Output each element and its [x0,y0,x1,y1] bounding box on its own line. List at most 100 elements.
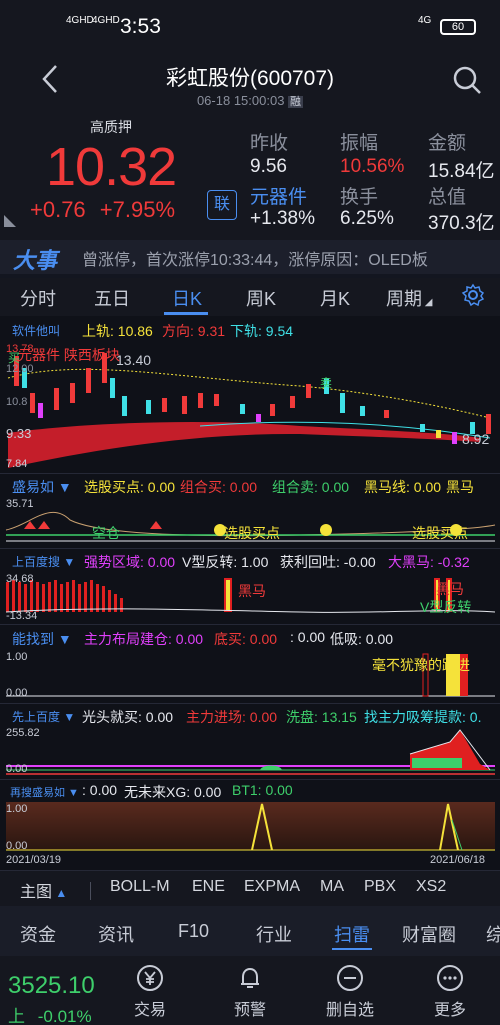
news-tag: 大事 [13,248,58,273]
clock: 3:53 [120,15,161,38]
panel4-follow-label: 毫不犹豫的跟进 [372,657,470,673]
divider [90,882,91,900]
panel5-name[interactable]: 先上百度 ▼ [12,708,75,725]
more-dots-icon [437,965,463,991]
stat-label: 金额 [428,133,467,154]
linked-button[interactable]: 联 [207,190,237,220]
indicator-ma[interactable]: MA [320,878,344,896]
status-bar: 4GHD 4GHD 3:53 4G 60 [0,0,500,50]
panel5-chart[interactable] [0,724,500,776]
tab-weekly-k[interactable]: 周K [246,285,276,311]
panel2-name[interactable]: 盛易如 ▼ [12,477,72,497]
sector-link[interactable]: 元器件 [250,182,307,209]
indicator-ene[interactable]: ENE [192,878,225,896]
tab-news[interactable]: 资讯 [98,921,134,947]
tab-industry[interactable]: 行业 [256,921,292,947]
tab-five-day[interactable]: 五日 [94,285,130,311]
bell-icon [241,967,259,988]
panel2-f4: 黑马线: 0.00 [364,479,442,495]
sell-marker: 卖 [320,376,333,390]
index-change: 上 -0.01% [8,1007,92,1025]
stat-value: 10.56% [340,156,405,177]
stat-value: 370.3亿 [428,213,495,234]
indicator-pbx[interactable]: PBX [364,878,396,896]
stat-value: 15.84亿 [428,161,495,182]
change-pct: +7.95% [99,197,176,222]
stock-title: 彩虹股份(600707) [165,67,335,90]
panel4-ybottom: 0.00 [6,687,28,699]
news-text[interactable]: 曾涨停，首次涨停10:33:44，涨停原因：OLED板 [82,246,428,270]
panel1-ybottom: 7.84 [6,458,28,470]
pledge-label: 高质押 [90,119,132,135]
panel3-ybottom: -13.34 [6,610,38,622]
tab-period[interactable]: 周期 ◢ [386,285,432,311]
more-button[interactable]: 更多 [415,958,485,1020]
divider [0,624,500,625]
tab-funds[interactable]: 资金 [20,921,56,947]
tab-monthly-k[interactable]: 月K [320,285,350,311]
search-icon[interactable] [452,65,482,95]
date-start: 2021/03/19 [6,854,62,866]
panel6-f3: BT1: 0.00 [232,782,293,798]
indicator-boll-m[interactable]: BOLL-M [110,878,170,896]
stat-label: 昨收 [250,133,289,154]
panel3-f1: 强势区域: 0.00 [84,554,176,570]
panel3-ytop: 34.68 [6,573,34,585]
panel4-ytop: 1.00 [6,651,28,663]
panel6-ybottom: 0.00 [6,840,28,852]
stat-label: 换手 [340,187,379,208]
panel1-high-label: 13.40 [116,352,152,368]
buy-marker: 买 [8,351,21,365]
tab-intraday[interactable]: 分时 [20,285,56,311]
panel3-f2: V型反转: 1.00 [182,554,269,570]
panel6-name[interactable]: 再搜盛易如 ▼ [10,784,79,800]
minus-circle-icon [337,965,363,991]
panel5-ytop: 255.82 [6,727,40,739]
last-price: 10.32 [46,137,177,197]
battery-icon: 60 [440,19,476,35]
panel1-low-label: 8.92 [462,431,490,447]
panel3-f3: 获利回吐: -0.00 [280,554,376,570]
panel6-ytop: 1.00 [6,803,28,815]
tab-wealth-circle[interactable]: 财富圈 [402,921,456,947]
trade-button[interactable]: 交易 [115,958,185,1020]
tab-risk-scan[interactable]: 扫雷 [334,921,370,947]
tab-f10[interactable]: F10 [178,921,209,942]
panel5-ybottom: 0.00 [6,763,28,775]
indicator-expma[interactable]: EXPMA [244,878,300,896]
red-band-area [8,422,480,468]
panel3-dark-horse: 黑马 [238,583,266,599]
remove-watchlist-button[interactable]: 删自选 [315,958,385,1020]
index-value[interactable]: 3525.10 [8,972,95,1000]
gear-icon[interactable] [461,283,485,307]
main-chart-selector[interactable]: 主图 ▲ [20,878,67,902]
panel3-f4: 大黑马: -0.32 [388,554,470,570]
panel1-y3: 10.8 [6,396,28,408]
active-tab-indicator [164,312,208,315]
tab-more[interactable]: 综 [486,921,500,947]
panel4-f3: : 0.00 [290,629,326,645]
index-label: 上 [8,1007,25,1025]
stat-label: 振幅 [340,133,379,154]
panel3-dark-horse: 黑马 [436,581,464,597]
panel1-tags: 元器件 陕西板块 [18,347,120,363]
panel1-name[interactable]: 软件他叫 [12,322,60,339]
divider [0,703,500,704]
panel2-buy-label: 选股买点 [224,525,280,541]
alert-button[interactable]: 预警 [215,958,285,1020]
margin-badge: 融 [288,96,304,108]
stat-value: +1.38% [250,208,315,229]
date-end: 2021/06/18 [430,854,486,866]
indicator-xs2[interactable]: XS2 [416,878,446,896]
panel3-v-reversal: V型反转 [420,599,472,615]
panel2-empty-label: 空仓 [92,525,120,541]
corner-triangle-icon [4,215,16,227]
panel6-chart[interactable] [0,800,500,854]
panel2-f1: 选股买点: 0.00 [84,479,176,495]
change-abs: +0.76 [30,197,86,222]
divider [0,473,500,474]
price-change: +0.76 +7.95% [30,197,175,223]
tab-daily-k[interactable]: 日K [172,285,202,311]
panel6-f1: : 0.00 [82,782,118,798]
panel3-name[interactable]: 上百度搜 ▼ [12,553,75,570]
